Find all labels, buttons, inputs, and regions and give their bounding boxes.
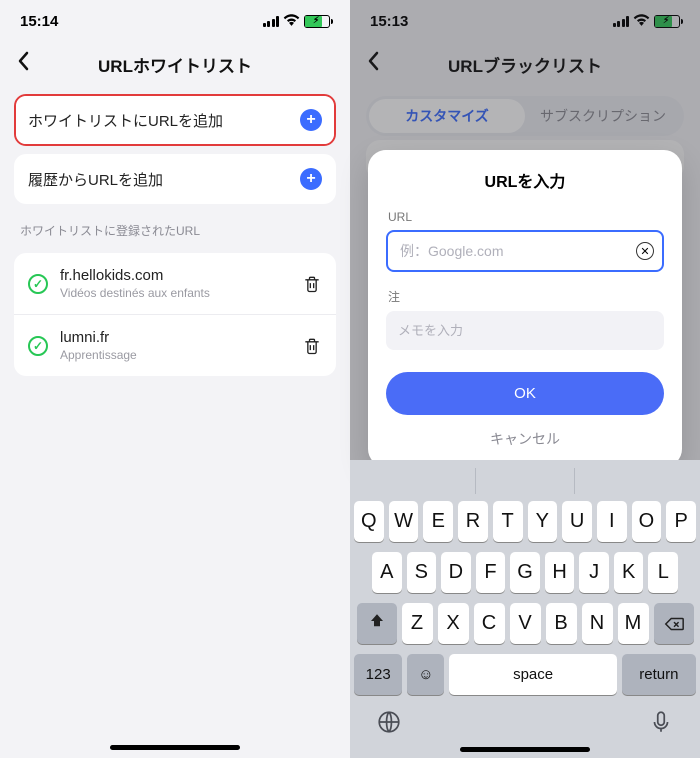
- key-q[interactable]: Q: [354, 501, 384, 542]
- key-n[interactable]: N: [582, 603, 613, 644]
- add-whitelist-label: ホワイトリストにURLを追加: [28, 110, 223, 131]
- item-desc: Apprentissage: [60, 348, 290, 362]
- add-history-label: 履歴からURLを追加: [28, 169, 163, 190]
- key-p[interactable]: P: [666, 501, 696, 542]
- item-url: lumni.fr: [60, 329, 290, 346]
- keyboard: QWERTYUIOP ASDFGHJKL ZXCVBNM 123 ☺ space…: [350, 460, 700, 758]
- url-label: URL: [388, 210, 662, 224]
- key-a[interactable]: A: [372, 552, 402, 593]
- key-r[interactable]: R: [458, 501, 488, 542]
- left-screen: 15:14 ⚡︎ URLホワイトリスト ホワイトリストにURLを追加 + 履歴か…: [0, 0, 350, 758]
- key-f[interactable]: F: [476, 552, 506, 593]
- suggestion-bar[interactable]: [350, 460, 700, 501]
- key-h[interactable]: H: [545, 552, 575, 593]
- key-g[interactable]: G: [510, 552, 540, 593]
- key-row-1: QWERTYUIOP: [350, 501, 700, 542]
- backspace-key[interactable]: [654, 603, 694, 644]
- item-desc: Vidéos destinés aux enfants: [60, 286, 290, 300]
- modal-title: URLを入力: [386, 168, 664, 192]
- home-indicator[interactable]: [460, 747, 590, 752]
- list-item[interactable]: ✓ fr.hellokids.com Vidéos destinés aux e…: [14, 253, 336, 315]
- mic-icon[interactable]: [648, 709, 674, 740]
- key-row-3: ZXCVBNM: [350, 603, 700, 644]
- key-k[interactable]: K: [614, 552, 644, 593]
- emoji-key[interactable]: ☺: [407, 654, 444, 695]
- section-header: ホワイトリストに登録されたURL: [20, 222, 330, 239]
- cancel-button[interactable]: キャンセル: [386, 415, 664, 455]
- key-l[interactable]: L: [648, 552, 678, 593]
- trash-icon[interactable]: [302, 335, 322, 357]
- url-input-modal: URLを入力 URL ✕ 注 OK キャンセル: [368, 150, 682, 467]
- note-input[interactable]: [386, 311, 664, 350]
- shift-key[interactable]: [357, 603, 397, 644]
- key-u[interactable]: U: [562, 501, 592, 542]
- battery-icon: ⚡︎: [304, 15, 330, 28]
- item-url: fr.hellokids.com: [60, 267, 290, 284]
- back-button[interactable]: [16, 50, 30, 78]
- note-label: 注: [388, 288, 662, 305]
- key-w[interactable]: W: [389, 501, 419, 542]
- trash-icon[interactable]: [302, 273, 322, 295]
- plus-icon: +: [300, 168, 322, 190]
- wifi-icon: [283, 13, 300, 29]
- key-m[interactable]: M: [618, 603, 649, 644]
- clear-icon[interactable]: ✕: [636, 242, 654, 260]
- key-j[interactable]: J: [579, 552, 609, 593]
- url-input[interactable]: [386, 230, 664, 272]
- key-row-bottom: 123 ☺ space return: [350, 654, 700, 695]
- key-v[interactable]: V: [510, 603, 541, 644]
- space-key[interactable]: space: [449, 654, 616, 695]
- key-s[interactable]: S: [407, 552, 437, 593]
- add-history-row[interactable]: 履歴からURLを追加 +: [14, 154, 336, 204]
- check-icon: ✓: [28, 274, 48, 294]
- home-indicator[interactable]: [110, 745, 240, 750]
- key-d[interactable]: D: [441, 552, 471, 593]
- whitelist-items-card: ✓ fr.hellokids.com Vidéos destinés aux e…: [14, 253, 336, 376]
- add-whitelist-row[interactable]: ホワイトリストにURLを追加 +: [16, 96, 334, 144]
- page-title: URLホワイトリスト: [98, 52, 252, 77]
- return-key[interactable]: return: [622, 654, 696, 695]
- key-i[interactable]: I: [597, 501, 627, 542]
- check-icon: ✓: [28, 336, 48, 356]
- nav-header: URLホワイトリスト: [0, 42, 350, 86]
- key-t[interactable]: T: [493, 501, 523, 542]
- cell-signal-icon: [263, 16, 280, 27]
- ok-button[interactable]: OK: [386, 372, 664, 415]
- key-c[interactable]: C: [474, 603, 505, 644]
- add-whitelist-highlight: ホワイトリストにURLを追加 +: [14, 94, 336, 146]
- right-screen: 15:13 ⚡︎ URLブラックリスト カスタマイズ サブスクリプション URL…: [350, 0, 700, 758]
- clock: 15:14: [20, 13, 58, 30]
- add-history-card: 履歴からURLを追加 +: [14, 154, 336, 204]
- key-y[interactable]: Y: [528, 501, 558, 542]
- status-right: ⚡︎: [263, 13, 331, 29]
- list-item[interactable]: ✓ lumni.fr Apprentissage: [14, 315, 336, 376]
- key-row-2: ASDFGHJKL: [350, 552, 700, 593]
- globe-icon[interactable]: [376, 709, 402, 740]
- key-o[interactable]: O: [632, 501, 662, 542]
- plus-icon: +: [300, 109, 322, 131]
- key-x[interactable]: X: [438, 603, 469, 644]
- key-e[interactable]: E: [423, 501, 453, 542]
- numbers-key[interactable]: 123: [354, 654, 402, 695]
- key-b[interactable]: B: [546, 603, 577, 644]
- key-z[interactable]: Z: [402, 603, 433, 644]
- status-bar: 15:14 ⚡︎: [0, 0, 350, 42]
